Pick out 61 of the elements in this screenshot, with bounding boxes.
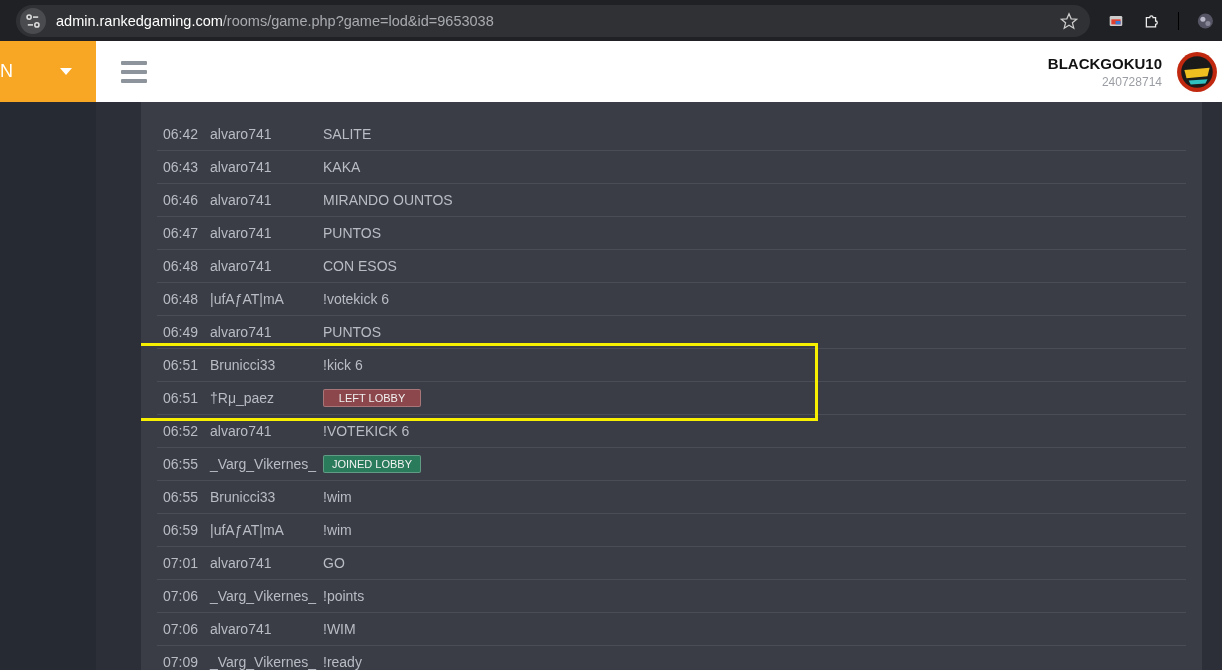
chat-message: !ready	[323, 654, 362, 670]
message-time: 06:55	[163, 456, 200, 472]
player-name: alvaro741	[210, 621, 273, 637]
player-name: alvaro741	[210, 555, 273, 571]
message-time: 06:51	[163, 390, 200, 406]
chat-message: GO	[323, 555, 345, 571]
chat-message: !wim	[323, 522, 352, 538]
player-name: |ufAƒAT|mA	[210, 522, 285, 538]
chat-message: CON ESOS	[323, 258, 397, 274]
player-name: |ufAƒAT|mA	[210, 291, 285, 307]
player-name: Brunicci33	[210, 489, 277, 505]
player-name: alvaro741	[210, 324, 273, 340]
user-avatar[interactable]	[1176, 50, 1218, 93]
bookmark-star-icon[interactable]	[1060, 11, 1078, 30]
event-badge: JOINED LOBBY	[323, 455, 421, 473]
chat-message: SALITE	[323, 126, 372, 142]
chat-message: PUNTOS	[323, 324, 382, 340]
player-name: _Varg_Vikernes_	[210, 654, 318, 670]
chat-message: !VOTEKICK 6	[323, 423, 410, 439]
message-time: 06:48	[163, 258, 200, 274]
message-time: 06:59	[163, 522, 200, 538]
message-time: 06:51	[163, 357, 200, 373]
message-time: 07:06	[163, 588, 200, 604]
chat-message: !votekick 6	[323, 291, 390, 307]
chat-message: !wim	[323, 489, 352, 505]
message-time: 06:42	[163, 126, 200, 142]
user-id: 240728714	[1100, 74, 1162, 89]
player-name: Brunicci33	[210, 357, 277, 373]
player-name: alvaro741	[210, 423, 273, 439]
message-time: 06:47	[163, 225, 200, 241]
message-time: 06:52	[163, 423, 200, 439]
event-badge: LEFT LOBBY	[323, 389, 421, 407]
player-name: †Rμ_paez	[210, 390, 276, 406]
message-time: 06:46	[163, 192, 200, 208]
url-text: admin.rankedgaming.com/rooms/game.php?game=lod&id=9653038	[56, 12, 495, 29]
username: BLACKGOKU10	[1047, 54, 1162, 72]
player-name: alvaro741	[210, 126, 273, 142]
menu-icon[interactable]	[121, 60, 147, 83]
chat-message: !points	[323, 588, 365, 604]
player-name: alvaro741	[210, 225, 273, 241]
address-bar[interactable]: admin.rankedgaming.com/rooms/game.php?game=lod&id=9653038	[16, 4, 1090, 37]
player-name: _Varg_Vikernes_	[210, 456, 318, 472]
message-time: 06:49	[163, 324, 200, 340]
site-settings-icon[interactable]	[20, 7, 46, 34]
chat-message: MIRANDO OUNTOS	[323, 192, 453, 208]
chat-message: KAKA	[323, 159, 361, 175]
chat-message: PUNTOS	[323, 225, 382, 241]
caret-icon	[60, 68, 72, 75]
chat-message: !WIM	[323, 621, 356, 637]
chat-message: !kick 6	[323, 357, 363, 373]
player-name: alvaro741	[210, 159, 273, 175]
message-time: 07:01	[163, 555, 200, 571]
message-time: 06:55	[163, 489, 200, 505]
profile-avatar-icon[interactable]	[1197, 10, 1214, 31]
message-time: 07:09	[163, 654, 200, 670]
player-name: alvaro741	[210, 192, 273, 208]
message-time: 07:06	[163, 621, 200, 637]
player-name: alvaro741	[210, 258, 273, 274]
message-time: 06:43	[163, 159, 200, 175]
message-time: 06:48	[163, 291, 200, 307]
player-name: _Varg_Vikernes_	[210, 588, 318, 604]
